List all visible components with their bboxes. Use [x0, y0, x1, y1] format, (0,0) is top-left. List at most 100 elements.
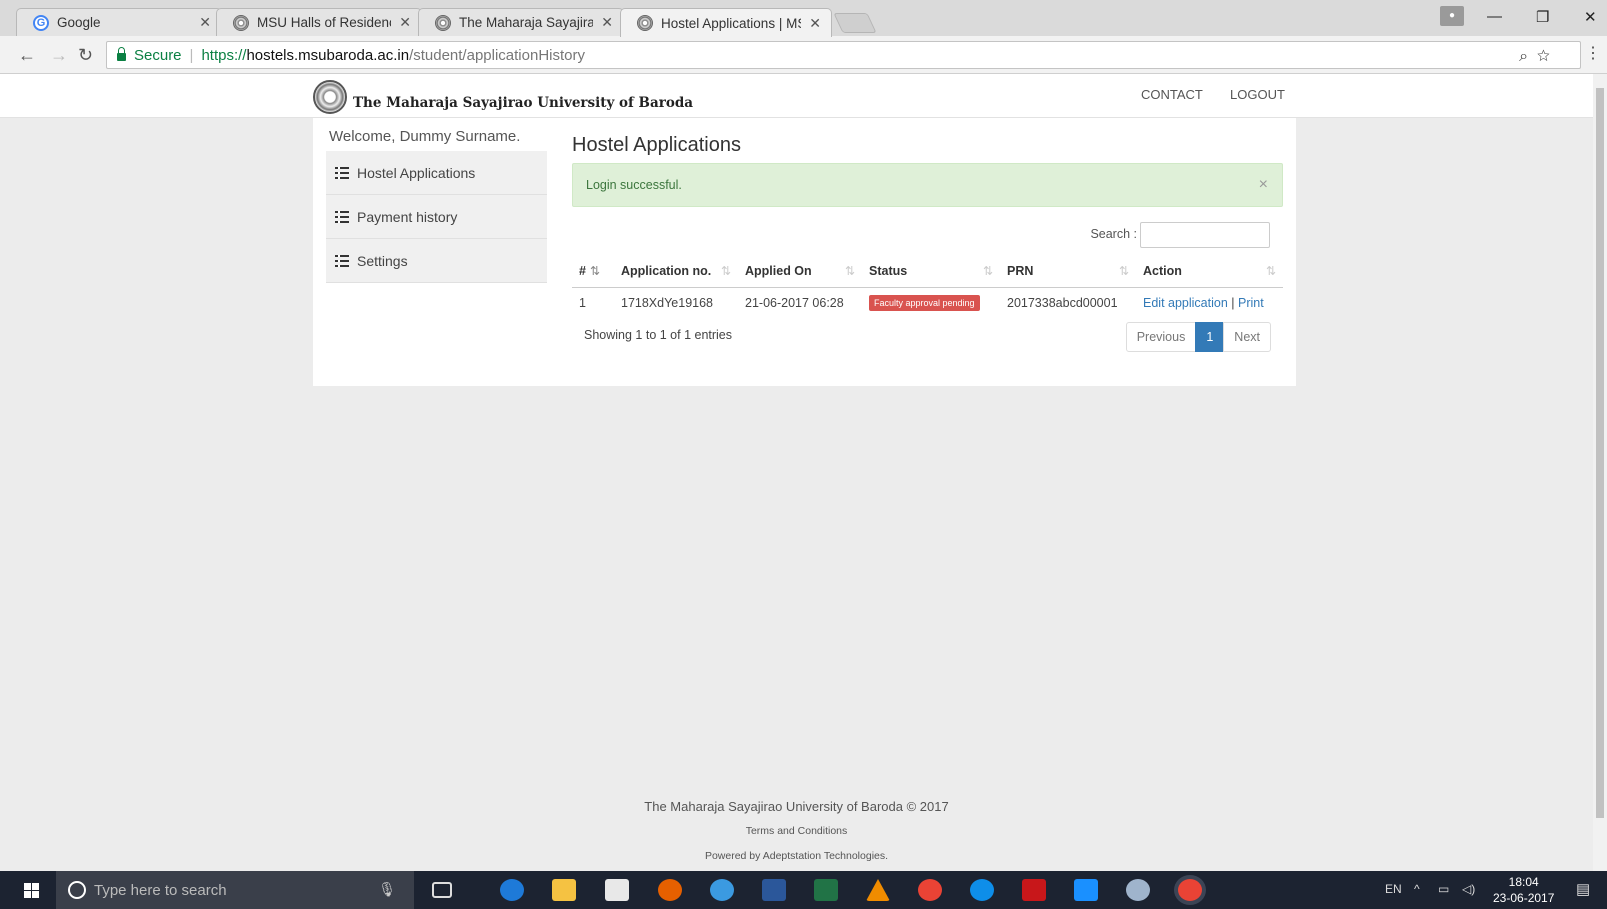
- search-input[interactable]: [1140, 222, 1270, 248]
- paint-icon[interactable]: [1126, 879, 1150, 901]
- microphone-icon[interactable]: 🎙: [378, 881, 396, 898]
- new-tab-button[interactable]: [833, 13, 877, 33]
- sidebar-item-label: Settings: [357, 252, 408, 269]
- taskbar-clock[interactable]: 18:04 23-06-2017: [1493, 874, 1554, 906]
- msu-seal-icon: [637, 15, 653, 31]
- welcome-message: Welcome, Dummy Surname.: [329, 128, 521, 145]
- sidebar-item-label: Hostel Applications: [357, 164, 476, 181]
- browser-tab-hostel-applications[interactable]: Hostel Applications | MSU ✕: [620, 8, 832, 37]
- page-scrollbar[interactable]: [1593, 74, 1607, 871]
- close-tab-icon[interactable]: ✕: [399, 14, 411, 31]
- file-explorer-icon[interactable]: [552, 879, 576, 901]
- msu-seal-icon: [435, 14, 451, 31]
- sidebar-item-hostel-applications[interactable]: Hostel Applications: [326, 151, 547, 195]
- url-host: hostels.msubaroda.ac.in: [246, 46, 410, 64]
- cortana-icon: [68, 881, 86, 899]
- store-icon[interactable]: [605, 879, 629, 901]
- restore-icon[interactable]: ❐: [1536, 8, 1549, 26]
- scrollbar-thumb[interactable]: [1596, 88, 1604, 818]
- zoom-and-bookmark-icons[interactable]: ⌕ ☆: [1519, 48, 1550, 66]
- task-view-icon[interactable]: [432, 882, 452, 898]
- back-arrow-icon[interactable]: ←: [18, 45, 36, 66]
- language-indicator[interactable]: EN: [1385, 882, 1402, 896]
- column-header-action[interactable]: Action ⇅: [1136, 255, 1283, 288]
- cell-application-no: 1718XdYe19168: [621, 296, 713, 311]
- excel-icon[interactable]: [814, 879, 838, 901]
- previous-page-button[interactable]: Previous: [1125, 322, 1197, 352]
- success-alert: Login successful. ×: [572, 163, 1283, 207]
- column-header-application-no[interactable]: Application no. ⇅: [614, 255, 738, 288]
- volume-icon[interactable]: ◁): [1462, 882, 1475, 896]
- footer-terms-link[interactable]: Terms and Conditions: [0, 825, 1593, 837]
- tab-title: Hostel Applications | MSU: [661, 15, 802, 31]
- word-icon[interactable]: [762, 879, 786, 901]
- acrobat-icon[interactable]: [1022, 879, 1046, 901]
- taskbar-search-box[interactable]: Type here to search 🎙: [56, 871, 414, 909]
- sort-icon: ⇅: [720, 264, 731, 278]
- windows-taskbar: Type here to search 🎙 EN ^ ▭ ◁) 18:04 23…: [0, 871, 1607, 909]
- browser-tab-msu-university[interactable]: The Maharaja Sayajirao U ✕: [418, 8, 624, 36]
- site-header: The Maharaja Sayajirao University of Bar…: [0, 74, 1593, 118]
- page-1-button[interactable]: 1: [1195, 322, 1225, 352]
- nav-contact-link[interactable]: CONTACT: [1141, 87, 1203, 102]
- browser-tab-google[interactable]: G Google ✕: [16, 8, 222, 36]
- profile-icon[interactable]: ●: [1440, 6, 1464, 26]
- list-icon: [335, 210, 349, 223]
- column-header-applied-on[interactable]: Applied On ⇅: [738, 255, 862, 288]
- forward-arrow-icon[interactable]: →: [50, 45, 68, 66]
- tab-title: The Maharaja Sayajirao U: [459, 15, 594, 30]
- tray-chevron-icon[interactable]: ^: [1414, 882, 1420, 896]
- column-header-prn[interactable]: PRN ⇅: [1000, 255, 1136, 288]
- browser-tab-msu-halls[interactable]: MSU Halls of Residence ✕: [216, 8, 422, 36]
- chrome-active-icon[interactable]: [1178, 879, 1202, 901]
- sidebar-item-label: Payment history: [357, 208, 458, 225]
- sidebar-item-settings[interactable]: Settings: [326, 239, 547, 283]
- tab-title: Google: [57, 15, 101, 30]
- address-bar[interactable]: Secure | https://hostels.msubaroda.ac.in…: [106, 41, 1581, 69]
- sort-icon: ⇅: [844, 264, 855, 278]
- close-tab-icon[interactable]: ✕: [199, 14, 211, 31]
- column-header-status[interactable]: Status ⇅: [862, 255, 1000, 288]
- network-icon[interactable]: ▭: [1438, 882, 1449, 896]
- print-link[interactable]: Print: [1238, 296, 1264, 310]
- tab-title: MSU Halls of Residence: [257, 15, 392, 30]
- action-separator: |: [1231, 296, 1235, 311]
- close-window-icon[interactable]: ✕: [1584, 8, 1597, 26]
- teamviewer-icon[interactable]: [970, 879, 994, 901]
- list-icon: [335, 166, 349, 179]
- edit-application-link[interactable]: Edit application: [1143, 296, 1228, 310]
- close-tab-icon[interactable]: ✕: [809, 15, 821, 32]
- clock-time: 18:04: [1508, 875, 1539, 889]
- applications-table: # ⇅ Application no. ⇅ Applied On ⇅ Status ⇅ …: [572, 255, 1283, 319]
- firefox-icon[interactable]: [658, 879, 682, 901]
- table-header-row: # ⇅ Application no. ⇅ Applied On ⇅ Status ⇅ …: [572, 255, 1283, 288]
- mail-app-icon[interactable]: [1074, 879, 1098, 901]
- url-scheme: https://: [201, 46, 247, 64]
- sort-icon: ⇅: [1265, 264, 1276, 278]
- lock-icon: [117, 47, 126, 61]
- notifications-icon[interactable]: ▤: [1576, 880, 1590, 898]
- vlc-icon[interactable]: [866, 879, 890, 901]
- reload-icon[interactable]: ↻: [78, 45, 93, 66]
- msu-seal-icon: [233, 14, 249, 31]
- minimize-icon[interactable]: —: [1487, 8, 1502, 25]
- nav-logout-link[interactable]: LOGOUT: [1230, 87, 1285, 102]
- cell-number: 1: [579, 296, 586, 311]
- next-page-button[interactable]: Next: [1223, 322, 1271, 352]
- column-header-number[interactable]: # ⇅: [572, 255, 614, 288]
- content-panel: Welcome, Dummy Surname. Hostel Applicati…: [313, 118, 1296, 386]
- edge-icon[interactable]: [500, 879, 524, 901]
- chrome-icon[interactable]: [918, 879, 942, 901]
- secure-label: Secure: [134, 46, 182, 64]
- browser-menu-icon[interactable]: ⋮: [1585, 43, 1601, 63]
- footer-copyright: The Maharaja Sayajirao University of Bar…: [644, 799, 949, 814]
- internet-explorer-icon[interactable]: [710, 879, 734, 901]
- close-tab-icon[interactable]: ✕: [601, 14, 613, 31]
- windows-start-icon[interactable]: [24, 883, 40, 898]
- site-brand[interactable]: The Maharaja Sayajirao University of Bar…: [313, 80, 693, 114]
- alert-close-icon[interactable]: ×: [1259, 176, 1268, 194]
- sidebar-item-payment-history[interactable]: Payment history: [326, 195, 547, 239]
- sort-icon: ⇅: [982, 264, 993, 278]
- alert-message: Login successful.: [586, 178, 682, 192]
- university-seal-icon: [313, 80, 347, 114]
